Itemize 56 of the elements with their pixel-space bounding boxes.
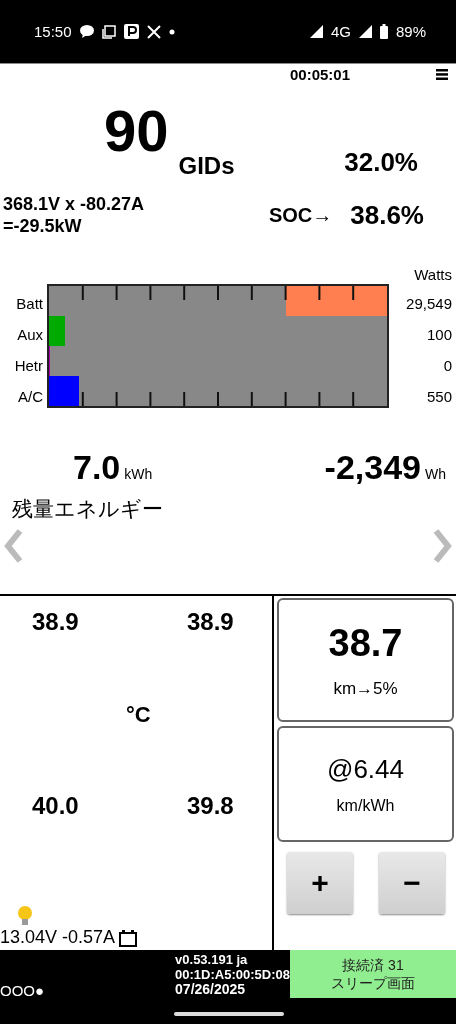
remaining-energy-caption: 残量エネルギー [12,496,164,522]
efficiency-value: @6.44 [327,753,404,785]
temperature-value: 40.0 [32,792,79,820]
power-reading: =-29.5kW [3,215,83,237]
gids-value: 90 [104,102,169,160]
power-row-value: 29,549 [406,294,452,314]
soc-label: SOC→ [268,203,333,227]
clock: 15:50 [34,23,72,40]
connection-status-panel[interactable]: 接続済 31 スリープ画面 [289,950,456,998]
version-text: v0.53.191 ja [175,952,249,967]
power-row-value: 100 [426,325,452,345]
menu-icon[interactable] [436,68,448,80]
soc-value: 38.6% [350,199,424,231]
chevron-right-icon[interactable] [433,528,453,564]
power-row-label: Aux [16,325,44,345]
remaining-energy-unit: kWh [124,466,153,482]
light-bulb-icon [16,905,34,927]
temperature-value: 39.8 [187,792,234,820]
app-icon [123,24,139,39]
minus-button[interactable]: − [379,852,445,914]
watts-label: Watts [413,266,453,284]
home-indicator[interactable] [174,1012,284,1016]
gids-unit: GIDs [178,152,235,180]
page-indicator: OOO● [0,982,45,999]
sleep-screen-label: スリープ画面 [330,974,415,992]
energy-delta-value: -2,349 [324,448,421,486]
gids-percent: 32.0% [344,147,418,178]
signal-icon [309,25,323,38]
remaining-energy-value: 7.0 [73,448,121,486]
range-caption: km→5% [333,678,398,699]
dot-icon [168,28,175,35]
signal-icon [358,25,372,38]
power-row-value: 0 [443,356,452,376]
plus-button[interactable]: + [287,852,353,914]
range-value: 38.7 [328,621,403,665]
device-address: 00:1D:A5:00:5D:08 [175,967,290,982]
energy-delta-unit: Wh [425,466,446,482]
battery-percent: 89% [395,23,426,40]
temperature-unit: °C [126,702,151,728]
power-row-label: Batt [15,294,44,314]
power-row-label: Hetr [13,356,44,376]
date-text: 07/26/2025 [175,982,247,997]
connection-status: 接続済 31 [342,956,404,974]
x-logo-icon [146,24,161,39]
aux-battery-reading: 13.04V -0.57A [0,927,116,948]
copy-icon [101,24,116,39]
network-type: 4G [330,23,351,40]
voltage-current: 368.1V x -80.27A [3,193,145,215]
temperature-value: 38.9 [187,608,234,636]
power-row-label: A/C [17,387,44,407]
efficiency-unit: km/kWh [336,796,395,815]
power-row-value: 550 [426,387,452,407]
chevron-left-icon[interactable] [3,528,23,564]
elapsed-time: 00:05:01 [289,65,350,83]
temperature-value: 38.9 [32,608,79,636]
chat-bubble-icon [79,25,94,38]
